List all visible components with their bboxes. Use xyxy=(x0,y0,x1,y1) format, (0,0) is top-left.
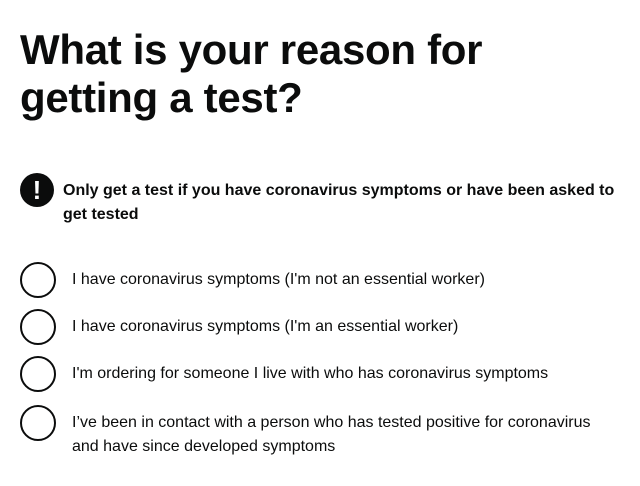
warning-callout: ! Only get a test if you have coronaviru… xyxy=(20,173,620,229)
radio-label[interactable]: I have coronavirus symptoms (I'm not an … xyxy=(72,268,592,292)
test-reason-page: What is your reason for getting a test? … xyxy=(0,0,640,486)
radio-circle[interactable] xyxy=(20,405,56,441)
exclamation-icon: ! xyxy=(20,173,54,207)
warning-text: Only get a test if you have coronavirus … xyxy=(63,182,615,223)
radio-circle[interactable] xyxy=(20,262,56,298)
radio-label[interactable]: I’ve been in contact with a person who h… xyxy=(72,411,592,459)
radio-label[interactable]: I have coronavirus symptoms (I'm an esse… xyxy=(72,315,592,339)
radio-circle[interactable] xyxy=(20,356,56,392)
radio-label[interactable]: I'm ordering for someone I live with who… xyxy=(72,362,592,386)
radio-circle[interactable] xyxy=(20,309,56,345)
page-title: What is your reason for getting a test? xyxy=(20,26,483,121)
